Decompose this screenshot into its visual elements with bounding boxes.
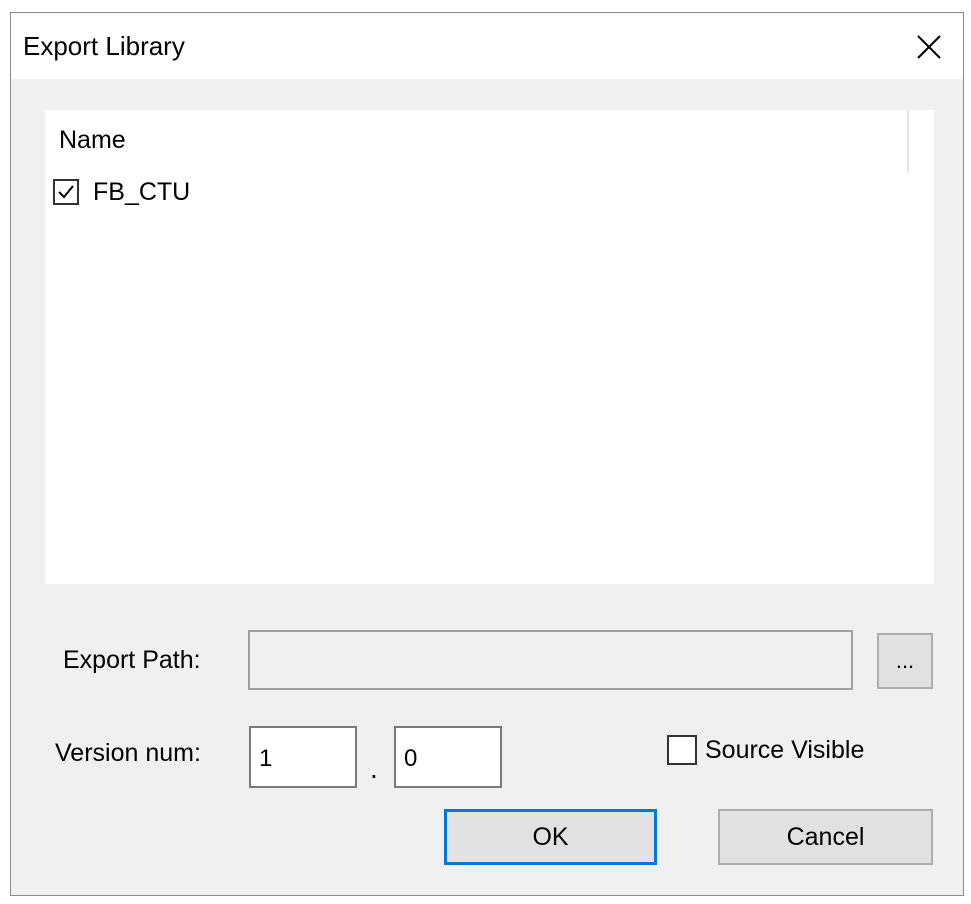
- source-visible-checkbox[interactable]: Source Visible: [667, 735, 864, 765]
- item-checkbox[interactable]: [53, 179, 79, 205]
- version-label: Version num:: [55, 739, 201, 767]
- version-separator: .: [370, 753, 378, 784]
- list-item[interactable]: FB_CTU: [53, 174, 190, 210]
- version-major-input[interactable]: [249, 726, 357, 788]
- export-library-dialog: Export Library Name FB_CTU Export Path: …: [10, 12, 964, 896]
- cancel-button[interactable]: Cancel: [718, 809, 933, 865]
- export-path-label: Export Path:: [63, 646, 201, 674]
- export-path-field[interactable]: [248, 630, 853, 690]
- version-minor-input[interactable]: [394, 726, 502, 788]
- source-visible-box[interactable]: [667, 735, 697, 765]
- column-header-name[interactable]: Name: [59, 126, 126, 155]
- source-visible-label: Source Visible: [705, 735, 865, 764]
- library-list[interactable]: Name FB_CTU: [45, 110, 934, 584]
- ok-button[interactable]: OK: [444, 809, 657, 865]
- checkmark-icon: [58, 185, 74, 199]
- column-divider[interactable]: [907, 110, 909, 172]
- dialog-title: Export Library: [23, 31, 185, 61]
- item-label: FB_CTU: [93, 177, 191, 206]
- close-icon[interactable]: [909, 27, 949, 67]
- browse-button[interactable]: ...: [877, 633, 933, 689]
- title-bar: Export Library: [11, 13, 963, 79]
